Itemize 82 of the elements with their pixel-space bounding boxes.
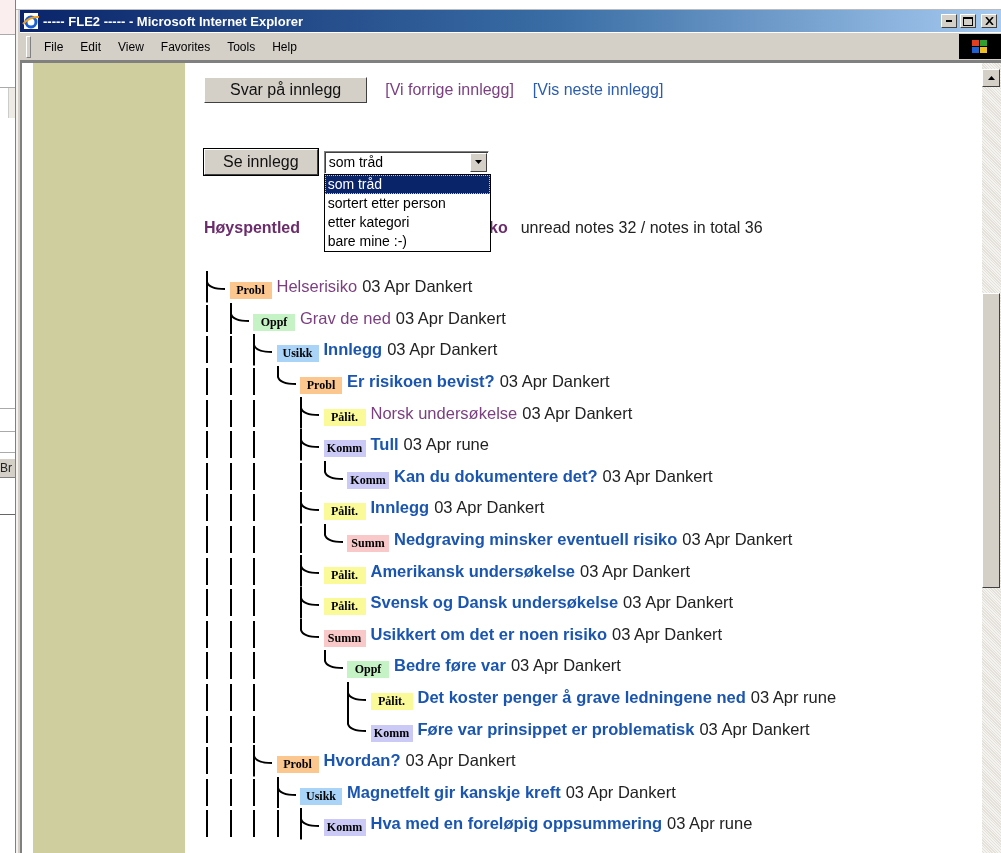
category-tag: Oppf [347,661,389,679]
post-meta: 03 Apr Dankert [499,372,610,392]
menu-item[interactable]: Tools [224,39,265,54]
post-link[interactable]: Norsk undersøkelse [370,403,518,423]
flag-icon [971,38,989,55]
window-title: ----- FLE2 ----- - Microsoft Internet Explorer [43,13,304,29]
maximize-icon [963,16,973,26]
maximize-button[interactable] [960,14,976,28]
post-link[interactable]: Føre var prinsippet er problematisk [417,719,695,739]
category-tag: Probl [276,756,319,774]
scroll-thumb[interactable] [982,293,1000,588]
post-link[interactable]: Kan du dokumentere det? [394,466,598,486]
category-tag: Probl [229,282,272,300]
view-select[interactable]: som tråd [323,150,489,174]
minimize-button[interactable] [941,14,957,28]
background-button[interactable]: Br [0,459,15,478]
post-meta: 03 Apr Dankert [522,403,633,423]
post-link[interactable]: Hva med en foreløpig oppsummering [370,814,663,834]
post-link[interactable]: Amerikansk undersøkelse [370,561,576,581]
post-link[interactable]: Det koster penger å grave ledningene ned [417,688,746,707]
scroll-up-button[interactable] [982,69,1000,87]
category-tag: Usikk [276,345,319,363]
post-meta: 03 Apr Dankert [580,561,691,581]
menu-item[interactable]: Edit [77,39,111,54]
category-tag: Probl [300,377,342,395]
post-meta: 03 Apr Dankert [623,593,734,613]
nav-link[interactable]: [Vi forrige innlegg] [385,81,514,99]
view-button[interactable]: Se innlegg [204,149,318,175]
category-tag: Summ [323,629,366,647]
category-tag: Komm [323,819,366,837]
category-tag: Usikk [300,787,342,805]
post-link[interactable]: Magnetfelt gir kanskje kreft [347,782,561,802]
post-meta: 03 Apr Dankert [565,782,676,802]
category-tag: Oppf [253,313,295,331]
up-arrow-icon [987,76,995,80]
menu-item[interactable]: View [115,39,153,54]
post-link[interactable]: Grav de ned [300,308,391,328]
thread-title: Høyspentled [204,219,301,237]
nav-link[interactable]: [Vis neste innlegg] [532,81,664,99]
post-link[interactable]: Bedre føre var [394,656,506,676]
post-link[interactable]: Er risikoen bevist? [347,372,495,392]
category-tag: Komm [347,471,389,489]
post-meta: 03 Apr Dankert [405,751,516,771]
category-tag: Pålit. [323,566,366,584]
post-meta: 03 Apr Dankert [682,530,793,550]
post-meta: 03 Apr rune [667,814,753,834]
category-tag: Pålit. [323,598,366,616]
post-meta: 03 Apr Dankert [699,719,810,739]
close-icon [984,17,994,25]
post-link[interactable]: Tull [370,435,399,455]
menu-item[interactable]: File [41,39,73,54]
post-link[interactable]: Svensk og Dansk undersøkelse [370,593,619,613]
note-counts: unread notes 32 / notes in total 36 [520,219,763,237]
post-meta: 03 Apr Dankert [395,308,506,328]
post-link[interactable]: Helserisiko [276,277,358,297]
browser-icon [22,12,40,30]
close-button[interactable] [981,14,997,28]
category-tag: Pålit. [323,503,366,521]
category-tag: Pålit. [370,693,413,710]
dropdown-option[interactable]: som tråd [324,174,490,194]
post-link[interactable]: Nedgraving minsker eventuell risiko [394,530,678,550]
post-meta: 03 Apr Dankert [362,277,473,297]
post-link[interactable]: Innlegg [323,340,383,360]
category-tag: Pålit. [323,408,366,426]
reply-button[interactable]: Svar på innlegg [204,77,368,103]
minimize-icon [946,20,952,22]
category-tag: Summ [347,535,389,553]
post-meta: 03 Apr Dankert [510,656,621,676]
menu-item[interactable]: Help [269,39,306,54]
category-tag: Komm [370,724,413,742]
post-meta: 03 Apr rune [750,688,837,707]
menu-item[interactable]: Favorites [157,39,220,54]
post-meta: 03 Apr Dankert [612,624,723,644]
post-meta: 03 Apr Dankert [434,498,545,518]
post-meta: 03 Apr rune [403,435,489,455]
category-tag: Komm [323,440,366,458]
post-link[interactable]: Hvordan? [323,751,401,771]
post-link[interactable]: Usikkert om det er noen risiko [370,624,608,644]
scrollbar[interactable] [982,63,1001,853]
post-meta: 03 Apr Dankert [602,466,713,486]
post-meta: 03 Apr Dankert [387,340,498,360]
post-link[interactable]: Innlegg [370,498,430,518]
